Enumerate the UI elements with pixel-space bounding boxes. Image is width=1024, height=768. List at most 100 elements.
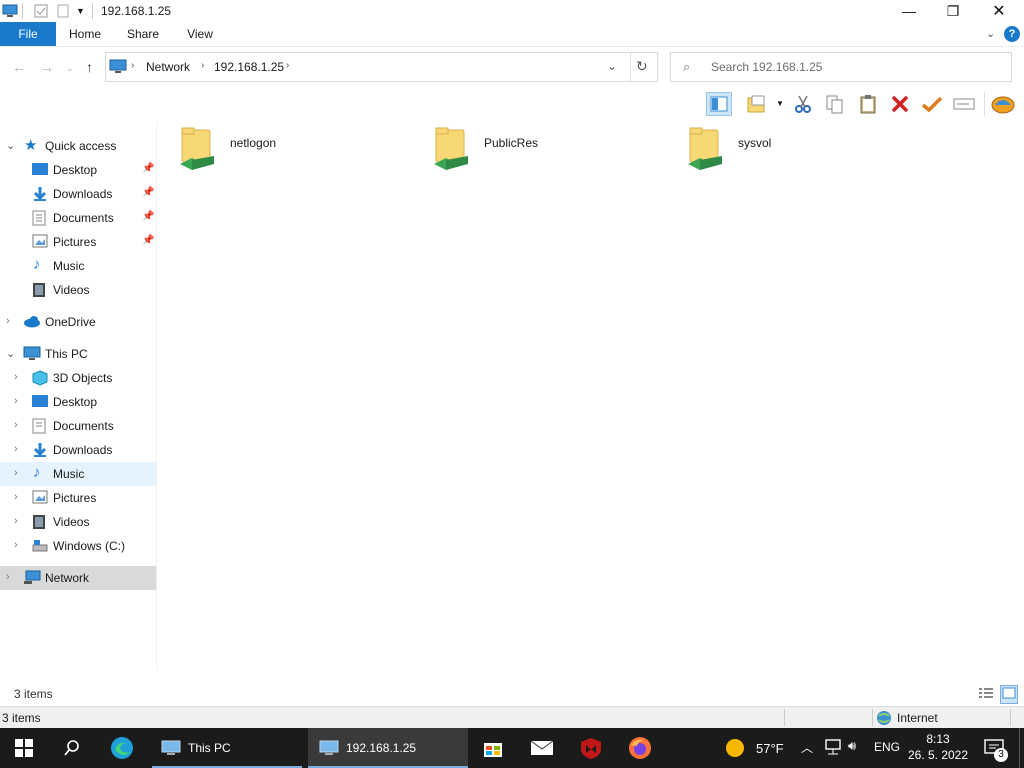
- nav-qa-desktop[interactable]: Desktop 📌: [0, 158, 156, 182]
- copy-button[interactable]: [822, 92, 848, 116]
- qat-dropdown-icon[interactable]: ▼: [76, 6, 90, 20]
- chevron-right-icon[interactable]: ›: [6, 315, 10, 327]
- chevron-right-icon[interactable]: ›: [14, 515, 18, 527]
- store-button[interactable]: [476, 728, 510, 768]
- nav-qa-music[interactable]: ♪ Music: [0, 254, 156, 278]
- refresh-button[interactable]: ↻: [636, 58, 648, 75]
- start-button[interactable]: [0, 728, 48, 768]
- address-history-dropdown[interactable]: ⌄: [607, 59, 617, 73]
- preview-pane-button[interactable]: [706, 92, 732, 116]
- divider: [872, 709, 873, 726]
- back-button[interactable]: ←: [12, 59, 26, 75]
- chevron-right-icon[interactable]: ›: [14, 419, 18, 431]
- nav-qa-downloads[interactable]: Downloads 📌: [0, 182, 156, 206]
- security-zone: Internet: [897, 711, 938, 725]
- nav-onedrive[interactable]: › OneDrive: [0, 310, 156, 334]
- nav-qa-documents[interactable]: Documents 📌: [0, 206, 156, 230]
- nav-pc-pictures[interactable]: › Pictures: [0, 486, 156, 510]
- nav-label: Downloads: [53, 443, 113, 457]
- tab-home[interactable]: Home: [62, 22, 108, 46]
- cube-icon: [32, 370, 48, 386]
- nav-qa-pictures[interactable]: Pictures 📌: [0, 230, 156, 254]
- nav-label: 3D Objects: [53, 371, 113, 385]
- shell-icon[interactable]: [990, 92, 1016, 116]
- breadcrumb-host[interactable]: 192.168.1.25: [214, 60, 284, 74]
- sun-icon: [726, 739, 744, 757]
- firefox-button[interactable]: [622, 728, 658, 768]
- breadcrumb-network[interactable]: Network: [146, 60, 190, 74]
- nav-pc-windows-c[interactable]: › Windows (C:): [0, 534, 156, 558]
- network-icon: [109, 59, 127, 78]
- nav-pc-downloads[interactable]: › Downloads: [0, 438, 156, 462]
- edge-button[interactable]: [102, 728, 142, 768]
- item-count: 3 items: [2, 711, 41, 725]
- network-tray-icon[interactable]: [824, 739, 842, 758]
- search-button[interactable]: [50, 728, 94, 768]
- folder-item[interactable]: PublicRes: [432, 126, 672, 178]
- clock[interactable]: 8:13 26. 5. 2022: [902, 731, 974, 763]
- properties-icon[interactable]: [34, 4, 48, 18]
- paste-button[interactable]: [855, 92, 881, 116]
- language-indicator[interactable]: ENG: [874, 740, 900, 754]
- nav-qa-videos[interactable]: Videos: [0, 278, 156, 302]
- search-input[interactable]: Search 192.168.1.25: [711, 60, 822, 74]
- nav-pc-videos[interactable]: › Videos: [0, 510, 156, 534]
- nav-pc-desktop[interactable]: › Desktop: [0, 390, 156, 414]
- chevron-right-icon[interactable]: ›: [14, 395, 18, 407]
- show-desktop-button[interactable]: [1019, 728, 1024, 768]
- large-icons-view-icon[interactable]: [1000, 685, 1018, 704]
- volume-icon[interactable]: 🔊︎: [848, 738, 856, 754]
- search-box[interactable]: ⌕ Search 192.168.1.25: [670, 52, 1012, 82]
- chevron-right-icon[interactable]: ›: [14, 467, 18, 479]
- search-icon: [64, 740, 79, 756]
- nav-network[interactable]: › Network: [0, 566, 156, 590]
- properties-check-button[interactable]: [919, 92, 945, 116]
- chevron-down-icon[interactable]: ▼: [776, 99, 784, 108]
- nav-label: Videos: [53, 515, 90, 529]
- desktop-icon: [32, 162, 48, 178]
- rename-button[interactable]: [951, 92, 977, 116]
- explorer-icon: [161, 740, 181, 755]
- chevron-right-icon[interactable]: ›: [14, 371, 18, 383]
- recent-locations-icon[interactable]: ⌄: [66, 63, 74, 74]
- chevron-right-icon[interactable]: ›: [14, 443, 18, 455]
- mail-button[interactable]: [524, 728, 560, 768]
- nav-quick-access[interactable]: ⌄ ★ Quick access: [0, 134, 156, 158]
- cut-button[interactable]: [790, 92, 816, 116]
- chevron-right-icon[interactable]: ›: [6, 571, 10, 583]
- nav-pc-3d-objects[interactable]: › 3D Objects: [0, 366, 156, 390]
- minimize-button[interactable]: —: [886, 0, 932, 22]
- chevron-right-icon[interactable]: ›: [14, 539, 18, 551]
- folder-item[interactable]: netlogon: [178, 126, 418, 178]
- nav-pc-music[interactable]: › ♪ Music: [0, 462, 156, 486]
- tab-view[interactable]: View: [178, 22, 222, 46]
- music-icon: ♪: [33, 256, 41, 273]
- folder-item[interactable]: sysvol: [686, 126, 926, 178]
- close-button[interactable]: ✕: [976, 0, 1022, 22]
- new-item-button[interactable]: [744, 92, 770, 116]
- chevron-right-icon[interactable]: ›: [14, 491, 18, 503]
- nav-pc-documents[interactable]: › Documents: [0, 414, 156, 438]
- up-button[interactable]: ↑: [86, 59, 93, 75]
- forward-button[interactable]: →: [40, 59, 54, 75]
- taskbar-app-this-pc[interactable]: This PC: [152, 728, 302, 768]
- details-view-icon[interactable]: [978, 686, 994, 703]
- weather-widget[interactable]: 57°F: [724, 728, 790, 768]
- address-bar[interactable]: › Network › 192.168.1.25 › ⌄ ↻: [105, 52, 658, 82]
- help-icon[interactable]: ?: [1004, 26, 1020, 42]
- chevron-up-icon[interactable]: ︿: [801, 739, 813, 756]
- maximize-button[interactable]: ❐: [930, 0, 976, 22]
- mcafee-button[interactable]: [574, 728, 608, 768]
- expand-ribbon-icon[interactable]: ⌄: [986, 27, 995, 40]
- delete-button[interactable]: [887, 92, 913, 116]
- cloud-icon: [23, 314, 40, 330]
- tab-share[interactable]: Share: [120, 22, 166, 46]
- nav-this-pc[interactable]: ⌄ This PC: [0, 342, 156, 366]
- chevron-down-icon[interactable]: ⌄: [6, 347, 15, 360]
- new-folder-icon[interactable]: [56, 4, 70, 18]
- taskbar-app-window[interactable]: 192.168.1.25: [308, 728, 468, 768]
- ribbon-tabs: File Home Share View ⌄ ?: [0, 22, 1024, 46]
- chevron-down-icon[interactable]: ⌄: [6, 139, 15, 152]
- folder-name: netlogon: [230, 136, 277, 150]
- tab-file[interactable]: File: [0, 22, 56, 46]
